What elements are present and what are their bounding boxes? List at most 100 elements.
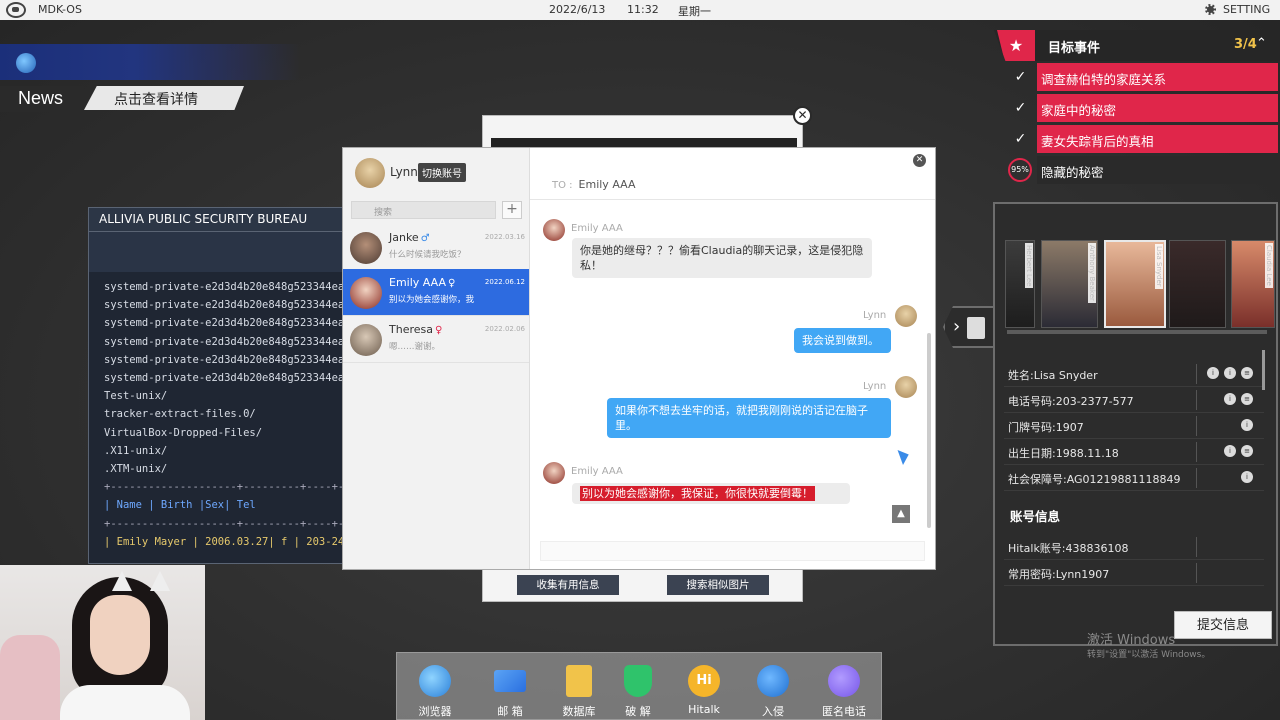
- terminal-line: Test-unix/: [104, 390, 168, 403]
- account-section-title: 账号信息: [1010, 509, 1061, 524]
- terminal-line: systemd-private-e2d3d4b20e848g523344ea9-…: [104, 317, 344, 330]
- portrait-scrollbar[interactable]: [1007, 330, 1267, 334]
- objectives-count: 3/4: [1234, 37, 1257, 52]
- contact-name: Emily AAA: [389, 276, 446, 289]
- info-icon[interactable]: i: [1207, 367, 1219, 379]
- dossier-toggle[interactable]: ›: [943, 306, 993, 348]
- message-sender: Lynn: [863, 381, 887, 392]
- avatar: [350, 324, 382, 356]
- contact-date: 2022.03.16: [484, 233, 525, 241]
- doc-icon[interactable]: ≡: [1241, 393, 1253, 405]
- taskbar-browser[interactable]: 浏览器: [410, 665, 460, 719]
- info-field-ssn[interactable]: 社会保障号:AG01219881118849 i: [1004, 465, 1264, 491]
- info-field-house[interactable]: 门牌号码:1907 i: [1004, 413, 1264, 439]
- portrait-card[interactable]: [1169, 240, 1226, 328]
- portrait-card-selected[interactable]: Lisa Snyder: [1104, 240, 1166, 328]
- viewer-close-icon[interactable]: ✕: [793, 106, 812, 125]
- chat-scrollbar[interactable]: [927, 333, 931, 528]
- highlighted-message-text[interactable]: 别以为她会感谢你，我保证，你很快就要倒霉！: [580, 486, 815, 501]
- mail-icon: [494, 670, 526, 692]
- message-bubble: 我会说到做到。: [794, 328, 891, 353]
- contact-preview: 嗯……谢谢。: [389, 342, 441, 352]
- taskbar-intrude[interactable]: 入侵: [748, 665, 798, 719]
- sql-icon: [566, 665, 592, 697]
- contact-janke[interactable]: Janke ♂ 2022.03.16 什么时候请我吃饭？: [343, 224, 529, 271]
- hook-icon: [757, 665, 789, 697]
- taskbar-crack[interactable]: 破 解: [613, 665, 663, 719]
- portrait-card[interactable]: Claudia Lee: [1231, 240, 1275, 328]
- terminal-line: .X11-unix/: [104, 444, 168, 457]
- top-bar: MDK-OS 2022/6/13 11:32 星期一 SETTING: [0, 0, 1280, 20]
- phone-icon: [828, 665, 860, 697]
- info-field-birth[interactable]: 出生日期:1988.11.18 i ≡: [1004, 439, 1264, 465]
- taskbar-database[interactable]: 数据库: [554, 665, 604, 719]
- news-detail-link[interactable]: 点击查看详情: [84, 86, 244, 110]
- message-sender: Emily AAA: [571, 223, 623, 234]
- search-similar-button[interactable]: 搜索相似图片: [667, 575, 769, 595]
- taskbar-hitalk[interactable]: Hi Hitalk: [679, 665, 729, 716]
- doc-icon[interactable]: ≡: [1241, 445, 1253, 457]
- chevron-up-icon[interactable]: ⌃: [1256, 36, 1267, 51]
- objective-item[interactable]: 95% 隐藏的秘密: [1004, 156, 1278, 184]
- portrait-strip: Herbert Lee Anthony Beaker Lisa Snyder C…: [1005, 240, 1275, 328]
- my-name: Lynn: [390, 165, 418, 179]
- contact-theresa[interactable]: Theresa ♀ 2022.02.06 嗯……谢谢。: [343, 316, 529, 363]
- chat-close-icon[interactable]: ✕: [913, 154, 926, 167]
- message-bubble[interactable]: 别以为她会感谢你，我保证，你很快就要倒霉！: [572, 483, 850, 504]
- avatar: [350, 277, 382, 309]
- contact-search-input[interactable]: 搜索: [351, 201, 496, 219]
- windows-watermark-sub: 转到"设置"以激活 Windows。: [1087, 650, 1211, 660]
- objective-item[interactable]: ✓ 妻女失踪背后的真相: [1004, 125, 1278, 153]
- submit-info-button[interactable]: 提交信息: [1174, 611, 1272, 639]
- info-icon[interactable]: i: [1241, 419, 1253, 431]
- streamer-webcam: [0, 565, 205, 720]
- terminal-line: VirtualBox-Dropped-Files/: [104, 426, 263, 439]
- message-sender: Lynn: [863, 310, 887, 321]
- doc-icon[interactable]: ≡: [1241, 367, 1253, 379]
- table-rule: +--------------------+---------+----+---…: [104, 517, 344, 530]
- info-field-password[interactable]: 常用密码:Lynn1907: [1004, 560, 1264, 586]
- upload-icon[interactable]: ▲: [892, 505, 910, 523]
- collect-info-button[interactable]: 收集有用信息: [517, 575, 619, 595]
- table-row[interactable]: | Emily Mayer | 2006.03.27| f | 203-242: [104, 533, 343, 551]
- dossier-scrollbar[interactable]: [1262, 350, 1265, 390]
- hitalk-chat-window: Lynn 切换账号 搜索 + Janke ♂ 2022.03.16 什么时候请我吃…: [342, 147, 936, 570]
- news-tag: News: [0, 86, 84, 112]
- terminal-line: systemd-private-e2d3d4b20e848g523344ea9-…: [104, 372, 344, 385]
- info-field-name[interactable]: 姓名:Lisa Snyder i i ≡: [1004, 361, 1264, 387]
- check-icon: ✓: [1014, 131, 1027, 147]
- table-rule: +--------------------+---------+----+---…: [104, 481, 344, 494]
- news-banner: [0, 44, 300, 80]
- contact-emily-aaa[interactable]: Emily AAA ♀ 2022.06.12 别以为她会感谢你，我: [343, 269, 529, 316]
- objectives-header[interactable]: ★ 目标事件 3/4 ⌃: [994, 30, 1280, 61]
- info-field-hitalk[interactable]: Hitalk账号:438836108: [1004, 534, 1264, 560]
- contact-date: 2022.06.12: [484, 278, 525, 286]
- info-icon[interactable]: i: [1241, 471, 1253, 483]
- weekday-display: 星期一: [678, 5, 711, 18]
- terminal-line: systemd-private-e2d3d4b20e848g523344ea9-…: [104, 281, 344, 293]
- gear-icon[interactable]: [1205, 4, 1216, 15]
- check-icon: ✓: [1014, 69, 1027, 85]
- terminal-line: .XTM-unix/: [104, 463, 168, 476]
- objective-item[interactable]: ✓ 调查赫伯特的家庭关系: [1004, 63, 1278, 91]
- info-field-phone[interactable]: 电话号码:203-2377-577 i ≡: [1004, 387, 1264, 413]
- portrait-card[interactable]: Anthony Beaker: [1041, 240, 1098, 328]
- taskbar-mail[interactable]: 邮 箱: [485, 665, 535, 719]
- info-icon[interactable]: i: [1224, 393, 1236, 405]
- info-icon[interactable]: i: [1224, 445, 1236, 457]
- add-contact-button[interactable]: +: [502, 201, 522, 219]
- taskbar: 浏览器 邮 箱 数据库 破 解 Hi Hitalk 入侵 匿名电话: [396, 652, 882, 720]
- clipboard-icon: [967, 317, 985, 339]
- setting-button[interactable]: SETTING: [1223, 3, 1270, 16]
- taskbar-anon-call[interactable]: 匿名电话: [819, 665, 869, 719]
- message-bubble: 你是她的继母？？？偷看Claudia的聊天记录，这是侵犯隐私！: [572, 238, 872, 278]
- switch-account-button[interactable]: 切换账号: [418, 163, 466, 182]
- objective-item[interactable]: ✓ 家庭中的秘密: [1004, 94, 1278, 122]
- date-display: 2022/6/13: [549, 3, 606, 16]
- objective-text: 隐藏的秘密: [1037, 156, 1278, 184]
- portrait-card[interactable]: Herbert Lee: [1005, 240, 1035, 328]
- info-icon[interactable]: i: [1224, 367, 1236, 379]
- objectives-title: 目标事件: [1048, 41, 1101, 56]
- message-input[interactable]: [540, 541, 925, 561]
- security-bureau-window: ALLIVIA PUBLIC SECURITY BUREAU systemd-p…: [88, 207, 344, 564]
